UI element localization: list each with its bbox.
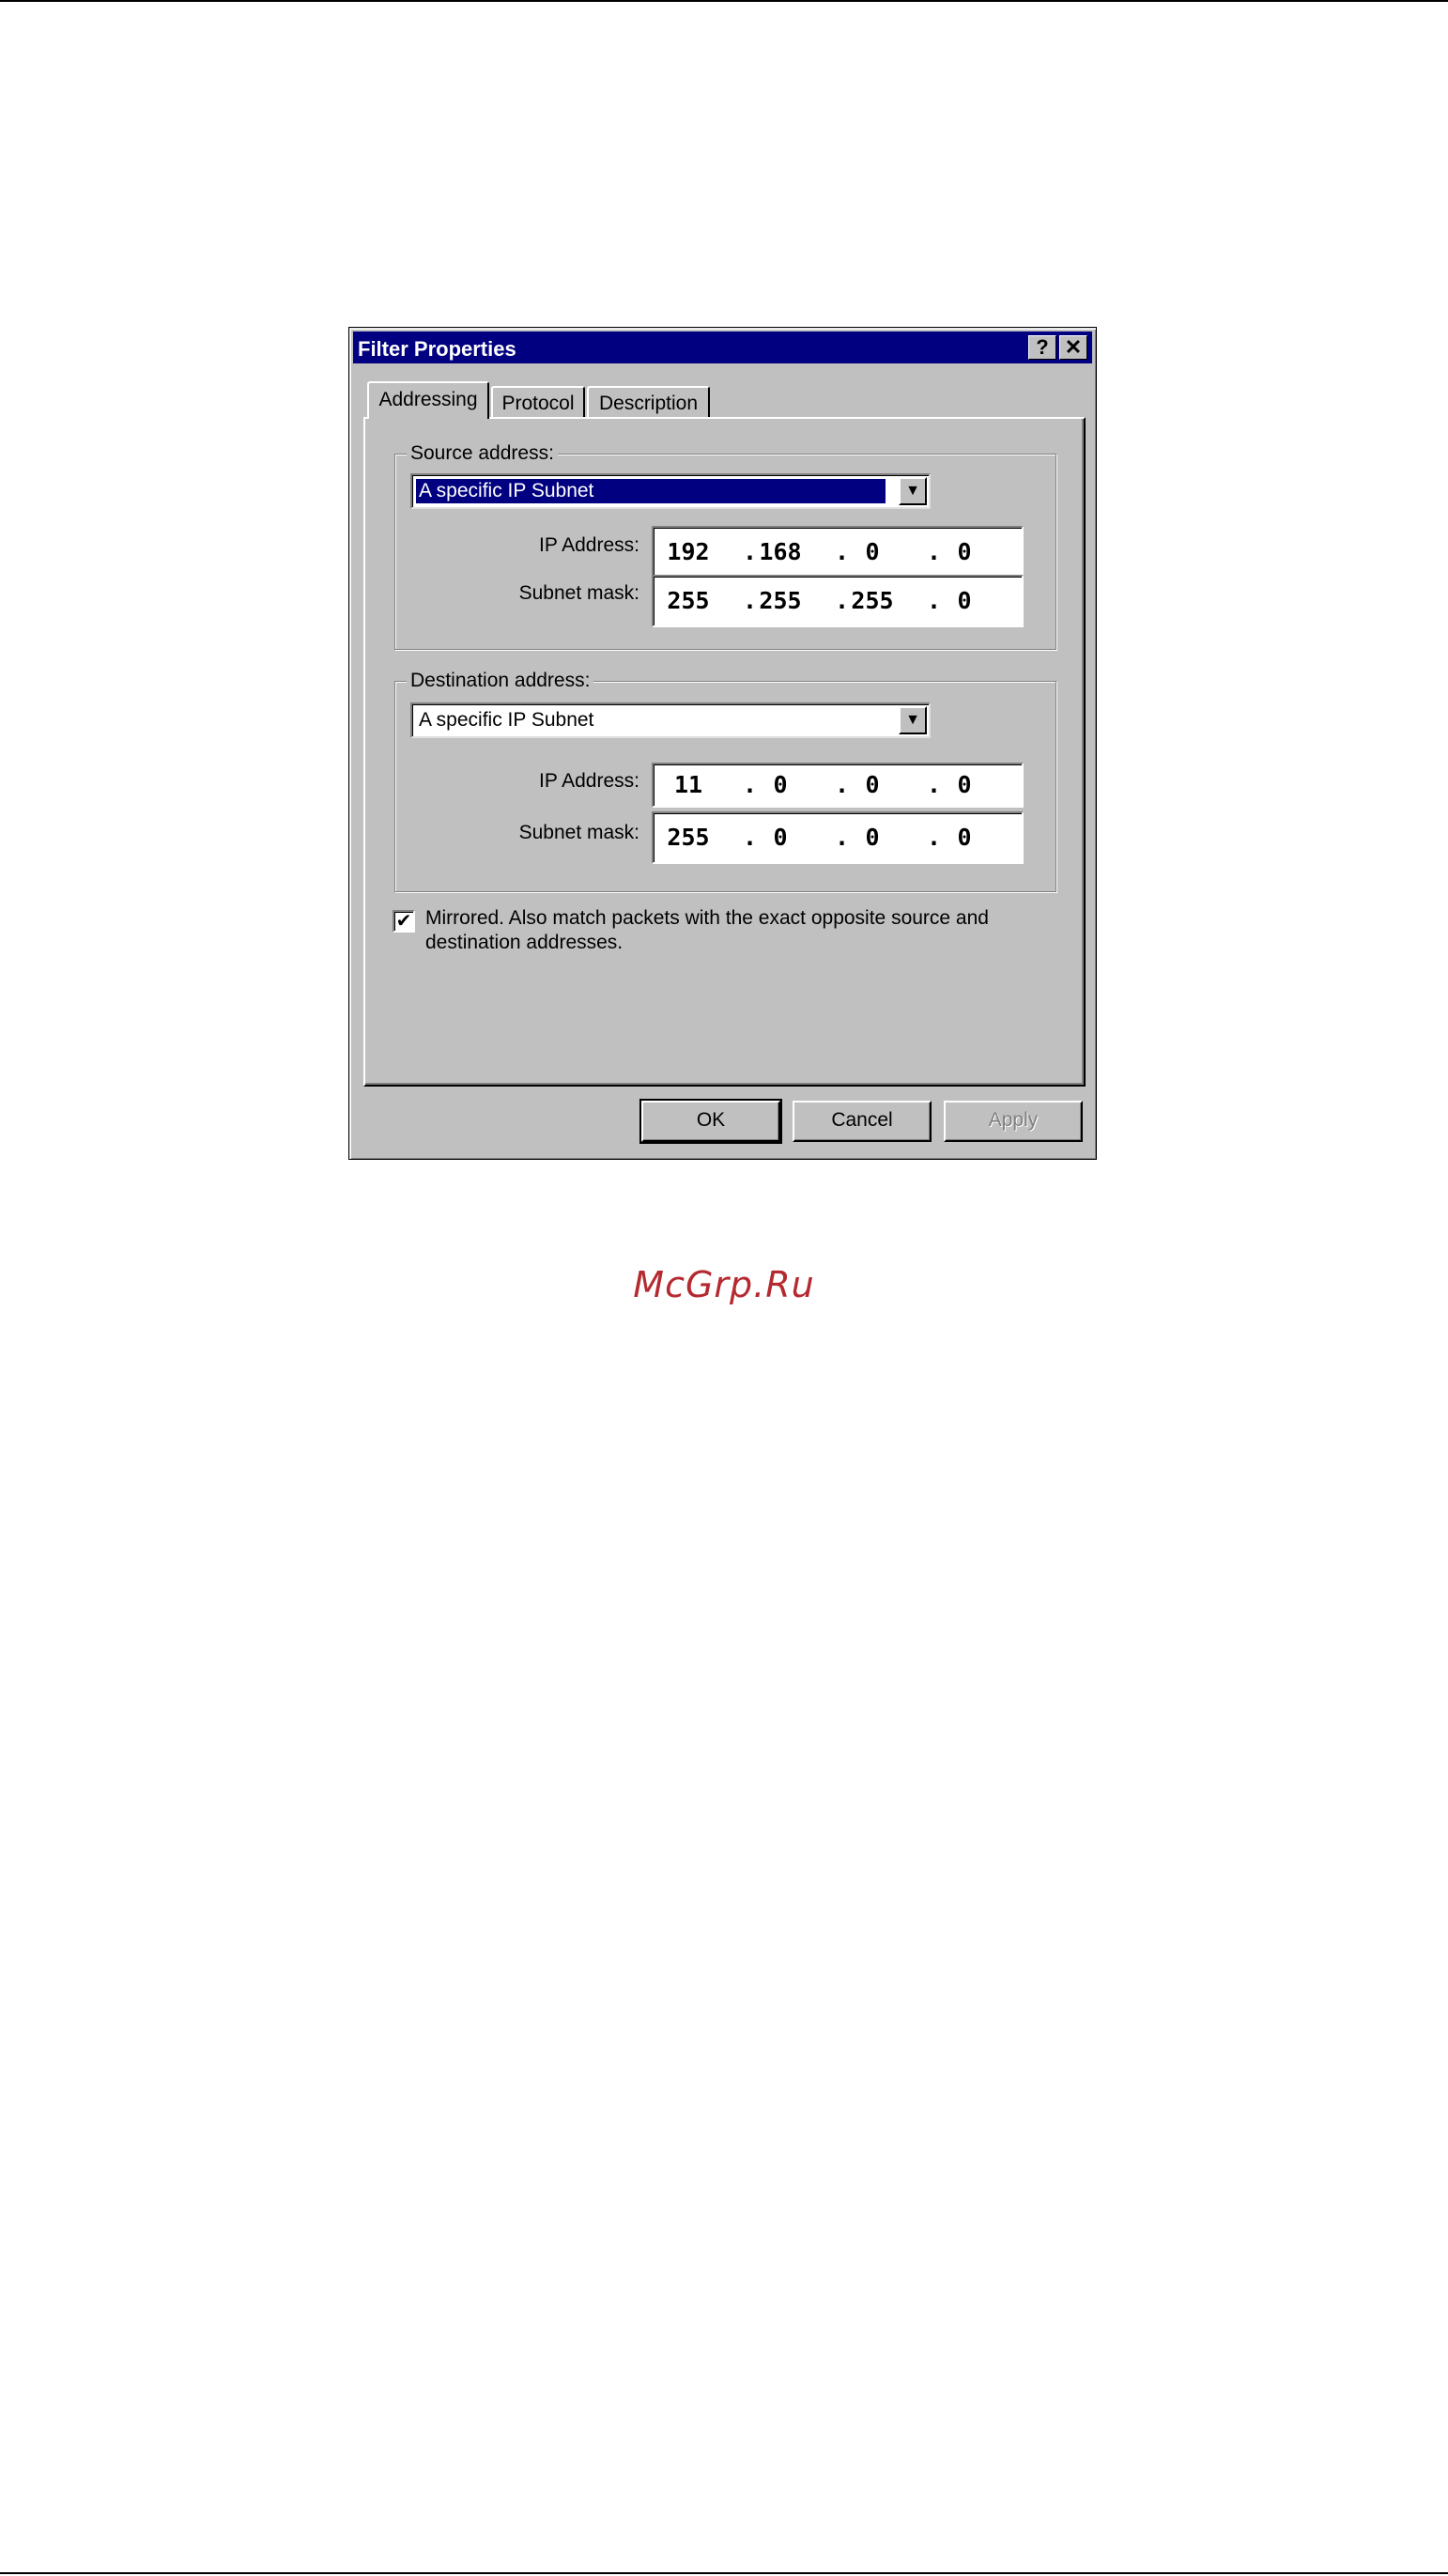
destination-address-label: Destination address: [407, 670, 594, 692]
dialog-title: Filter Properties [358, 337, 516, 361]
ip-dot: . [927, 824, 942, 851]
source-ip-octet-2[interactable]: 168 [757, 538, 804, 565]
ip-dot: . [927, 771, 942, 798]
tab-protocol[interactable]: Protocol [491, 386, 585, 418]
destination-ip-octet-3[interactable]: 0 [849, 771, 896, 798]
help-icon[interactable]: ? [1028, 335, 1056, 360]
destination-ip-octet-1[interactable]: 11 [665, 771, 712, 798]
tab-addressing[interactable]: Addressing [367, 381, 489, 419]
source-address-label: Source address: [407, 442, 558, 465]
source-mask-octet-2[interactable]: 255 [757, 587, 804, 614]
source-mask-label: Subnet mask: [518, 582, 639, 604]
ip-dot: . [835, 587, 850, 614]
destination-mask-octet-2[interactable]: 0 [757, 824, 804, 851]
close-icon[interactable]: ✕ [1059, 335, 1087, 360]
destination-ip-label: IP Address: [538, 770, 639, 792]
filter-properties-dialog: Filter Properties ? ✕ Addressing Protoco… [348, 327, 1097, 1160]
ip-dot: . [743, 824, 758, 851]
tab-description[interactable]: Description [587, 386, 710, 418]
mirrored-checkbox-label[interactable]: Mirrored. Also match packets with the ex… [425, 906, 1026, 955]
destination-mask-octet-4[interactable]: 0 [941, 824, 988, 851]
destination-mask-octet-3[interactable]: 0 [849, 824, 896, 851]
cancel-button[interactable]: Cancel [793, 1101, 932, 1142]
source-address-group: Source address: A specific IP Subnet ▼ I… [394, 442, 1056, 650]
source-mask-octet-4[interactable]: 0 [941, 587, 988, 614]
source-ip-octet-3[interactable]: 0 [849, 538, 896, 565]
bottom-rule [0, 2572, 1448, 2574]
ip-dot: . [835, 538, 850, 565]
source-ip-octet-1[interactable]: 192 [665, 538, 712, 565]
destination-address-combo-value: A specific IP Subnet [419, 709, 594, 731]
mirrored-checkbox[interactable]: ✔ [393, 910, 415, 933]
chevron-down-icon[interactable]: ▼ [899, 477, 927, 505]
source-address-combo-value: A specific IP Subnet [416, 479, 886, 503]
destination-mask-octet-1[interactable]: 255 [665, 824, 712, 851]
source-address-combo[interactable]: A specific IP Subnet ▼ [410, 473, 931, 509]
destination-address-combo[interactable]: A specific IP Subnet ▼ [410, 702, 931, 738]
ip-dot: . [743, 771, 758, 798]
ok-button[interactable]: OK [639, 1099, 782, 1144]
source-mask-field[interactable]: 255 . 255 . 255 . 0 [652, 575, 1024, 627]
watermark: McGrp.Ru [633, 1264, 815, 1305]
ip-dot: . [927, 538, 942, 565]
source-mask-octet-3[interactable]: 255 [849, 587, 896, 614]
top-rule [0, 0, 1448, 2]
ip-dot: . [927, 587, 942, 614]
destination-ip-octet-2[interactable]: 0 [757, 771, 804, 798]
title-bar[interactable]: Filter Properties ? ✕ [353, 332, 1092, 363]
destination-mask-label: Subnet mask: [518, 822, 639, 843]
chevron-down-icon[interactable]: ▼ [899, 706, 927, 734]
ip-dot: . [835, 824, 850, 851]
destination-mask-field[interactable]: 255 . 0 . 0 . 0 [652, 811, 1024, 864]
ip-dot: . [743, 587, 758, 614]
source-ip-label: IP Address: [538, 534, 639, 556]
destination-ip-octet-4[interactable]: 0 [941, 771, 988, 798]
ip-dot: . [743, 538, 758, 565]
source-ip-octet-4[interactable]: 0 [941, 538, 988, 565]
source-mask-octet-1[interactable]: 255 [665, 587, 712, 614]
ip-dot: . [835, 771, 850, 798]
apply-button[interactable]: Apply [944, 1101, 1083, 1142]
destination-address-group: Destination address: A specific IP Subne… [394, 670, 1056, 892]
source-ip-field[interactable]: 192 . 168 . 0 . 0 [652, 526, 1024, 578]
destination-ip-field[interactable]: 11 . 0 . 0 . 0 [652, 763, 1024, 808]
